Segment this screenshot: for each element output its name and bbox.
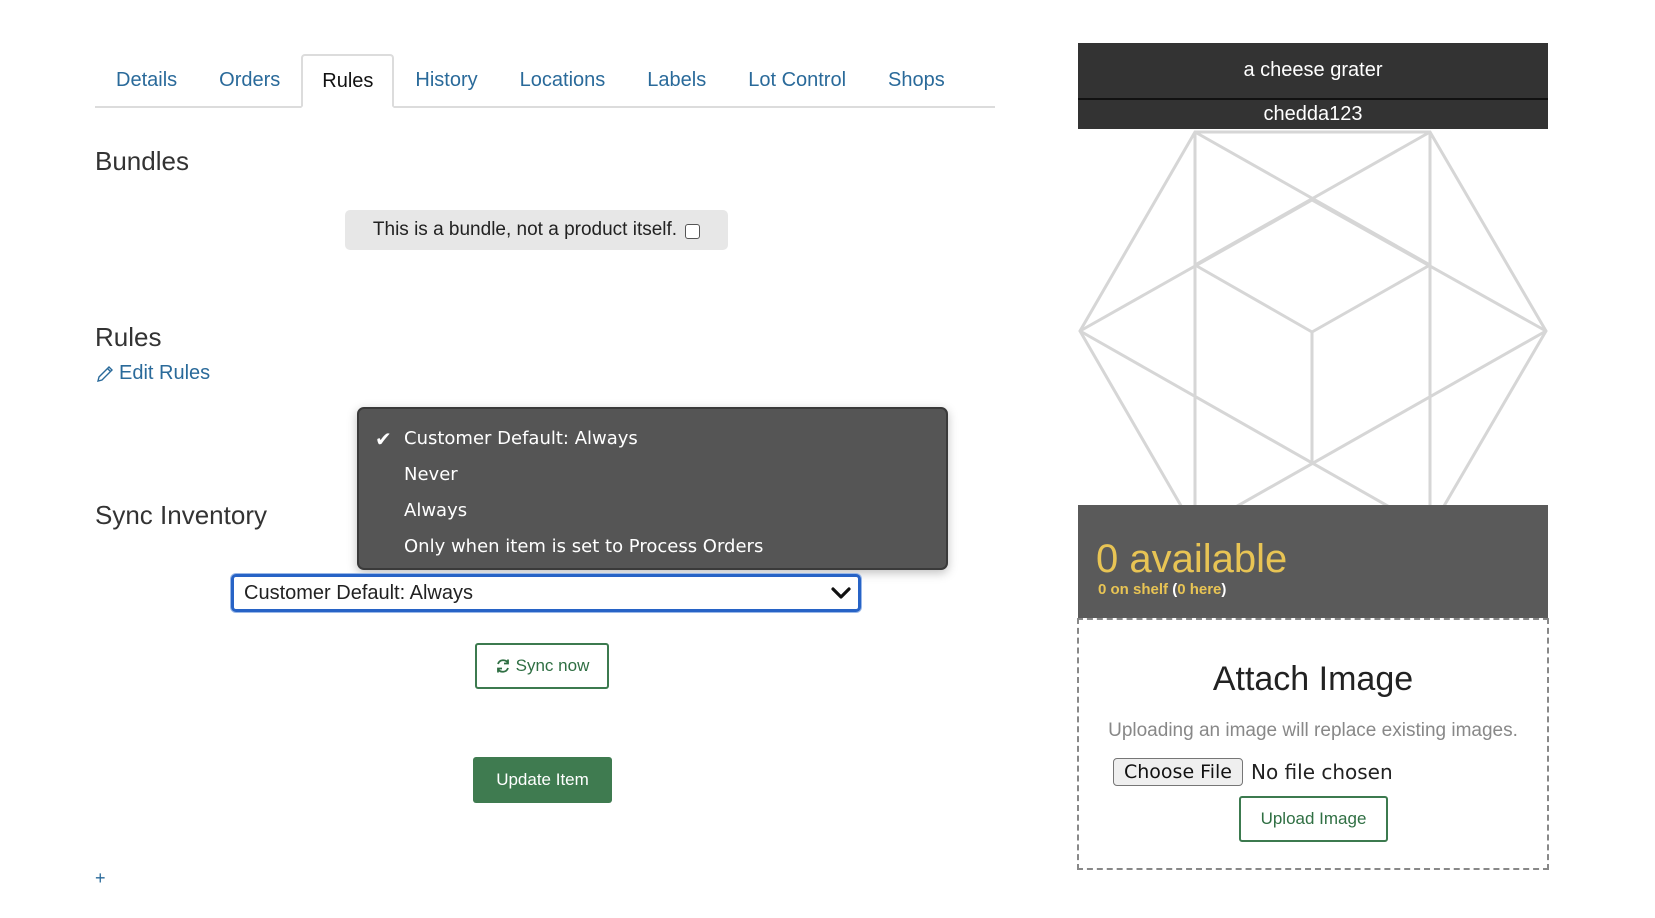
tab-history[interactable]: History — [394, 54, 498, 106]
menu-item-never[interactable]: Never — [359, 457, 946, 493]
bundle-checkbox-label: This is a bundle, not a product itself. — [372, 219, 678, 240]
on-shelf-count: 0 on shelf — [1098, 581, 1169, 598]
sync-inventory-heading: Sync Inventory — [95, 500, 267, 530]
tab-details[interactable]: Details — [95, 54, 198, 106]
update-item-button[interactable]: Update Item — [473, 757, 612, 803]
tab-labels[interactable]: Labels — [626, 54, 727, 106]
rules-heading: Rules — [95, 322, 162, 352]
tab-locations[interactable]: Locations — [499, 54, 627, 106]
checkmark-icon: ✔ — [375, 427, 392, 451]
sync-select-value: Customer Default: Always — [244, 582, 473, 604]
tab-bar: Details Orders Rules History Locations L… — [95, 54, 995, 108]
pencil-icon — [97, 365, 113, 382]
no-file-text: No file chosen — [1250, 760, 1393, 784]
item-sku: chedda123 — [1078, 100, 1548, 129]
sync-now-label: Sync now — [515, 656, 590, 675]
close-paren: ) — [1221, 581, 1227, 598]
sync-inventory-select[interactable]: Customer Default: Always — [231, 574, 861, 612]
menu-item-process-orders[interactable]: Only when item is set to Process Orders — [359, 529, 946, 565]
bundle-checkbox-row[interactable]: This is a bundle, not a product itself. — [345, 210, 728, 250]
file-input-row: Choose File No file chosen — [1113, 758, 1393, 786]
refresh-icon — [496, 659, 509, 673]
tab-orders[interactable]: Orders — [198, 54, 301, 106]
edit-rules-link[interactable]: Edit Rules — [95, 362, 210, 385]
tab-rules[interactable]: Rules — [301, 54, 395, 108]
image-placeholder-icon — [1078, 130, 1548, 532]
availability-details: 0 on shelf (0 here) — [1098, 581, 1226, 598]
availability-box: 0 available 0 on shelf (0 here) — [1078, 505, 1548, 618]
menu-item-always[interactable]: Always — [359, 493, 946, 529]
edit-rules-label: Edit Rules — [119, 362, 211, 384]
attach-image-note: Uploading an image will replace existing… — [1108, 720, 1518, 741]
menu-item-customer-default[interactable]: ✔ Customer Default: Always — [359, 421, 946, 457]
attach-image-title: Attach Image — [1212, 660, 1414, 698]
available-count: 0 available — [1096, 537, 1288, 581]
choose-file-button[interactable]: Choose File — [1113, 758, 1243, 786]
chevron-down-icon — [831, 587, 851, 599]
add-icon[interactable]: + — [95, 868, 106, 889]
tab-lot-control[interactable]: Lot Control — [727, 54, 867, 106]
upload-image-button[interactable]: Upload Image — [1239, 796, 1388, 842]
bundles-heading: Bundles — [95, 146, 189, 176]
sync-now-button[interactable]: Sync now — [475, 643, 609, 689]
tab-shops[interactable]: Shops — [867, 54, 966, 106]
bundle-checkbox[interactable] — [685, 224, 701, 239]
here-count: 0 here — [1177, 581, 1222, 598]
sync-dropdown-menu: ✔ Customer Default: Always Never Always … — [357, 407, 948, 570]
attach-image-panel: Attach Image Uploading an image will rep… — [1077, 618, 1549, 870]
item-name: a cheese grater — [1078, 43, 1548, 98]
